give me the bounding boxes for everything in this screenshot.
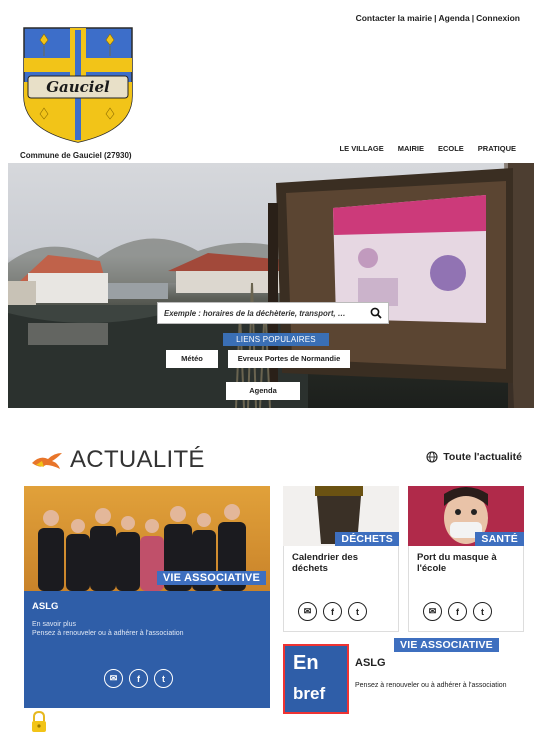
nav-ecole[interactable]: ECOLE bbox=[438, 144, 464, 153]
all-news-link[interactable]: Toute l'actualité bbox=[426, 451, 522, 463]
agenda-link[interactable]: Agenda bbox=[439, 13, 470, 23]
en-bref-line2: bref bbox=[293, 684, 326, 703]
link-evreux[interactable]: Evreux Portes de Normandie bbox=[228, 350, 350, 368]
news-card-desc: En savoir plus Pensez à renouveler ou à … bbox=[32, 620, 262, 638]
news-card-dechets[interactable]: DÉCHETS Calendrier des déchets ✉ f t bbox=[283, 486, 399, 632]
en-bref-title[interactable]: ASLG bbox=[355, 657, 386, 669]
commune-label: Commune de Gauciel (27930) bbox=[20, 151, 132, 160]
swallow-logo-icon bbox=[32, 453, 62, 469]
main-nav: LE VILLAGE MAIRIE ECOLE PRATIQUE bbox=[340, 144, 516, 153]
town-crest-logo[interactable]: Gauciel bbox=[22, 26, 134, 144]
hero-photo bbox=[8, 163, 534, 408]
hero-banner bbox=[8, 163, 534, 408]
mail-icon[interactable]: ✉ bbox=[298, 602, 317, 621]
mail-icon[interactable]: ✉ bbox=[423, 602, 442, 621]
twitter-icon[interactable]: t bbox=[348, 602, 367, 621]
logo-text: Gauciel bbox=[46, 78, 110, 96]
contact-link[interactable]: Contacter la mairie bbox=[356, 13, 433, 23]
actualite-title: ACTUALITÉ bbox=[70, 446, 205, 473]
tag-dechets: DÉCHETS bbox=[335, 532, 399, 546]
news-card-info: ASLG En savoir plus Pensez à renouveler … bbox=[24, 591, 270, 708]
nav-pratique[interactable]: PRATIQUE bbox=[478, 144, 516, 153]
search-icon[interactable] bbox=[370, 307, 382, 319]
card-body: Calendrier des déchets ✉ f t bbox=[283, 546, 399, 632]
facebook-icon[interactable]: f bbox=[323, 602, 342, 621]
actualite-header: ACTUALITÉ bbox=[30, 446, 205, 474]
separator: | bbox=[434, 13, 437, 23]
card-title[interactable]: Port du masque à l'école bbox=[417, 552, 515, 574]
read-more-link[interactable]: En savoir plus bbox=[32, 620, 262, 629]
link-agenda[interactable]: Agenda bbox=[226, 382, 300, 400]
facebook-icon[interactable]: f bbox=[448, 602, 467, 621]
site-search[interactable]: Exemple : horaires de la déchèterie, tra… bbox=[157, 302, 389, 324]
nav-mairie[interactable]: MAIRIE bbox=[398, 144, 424, 153]
connexion-link[interactable]: Connexion bbox=[476, 13, 520, 23]
lock-icon[interactable] bbox=[30, 711, 48, 733]
twitter-icon[interactable]: t bbox=[473, 602, 492, 621]
all-news-label[interactable]: Toute l'actualité bbox=[443, 451, 522, 463]
share-buttons: ✉ f t bbox=[423, 602, 492, 621]
en-bref-line1: En bbox=[293, 652, 319, 674]
globe-icon bbox=[426, 451, 438, 463]
share-buttons: ✉ f t bbox=[104, 669, 173, 688]
en-bref-badge: En bref bbox=[283, 644, 349, 714]
top-links: Contacter la mairie | Agenda | Connexion bbox=[356, 13, 520, 23]
tag-sante: SANTÉ bbox=[475, 532, 524, 546]
share-buttons: ✉ f t bbox=[298, 602, 367, 621]
twitter-icon[interactable]: t bbox=[154, 669, 173, 688]
nav-le-village[interactable]: LE VILLAGE bbox=[340, 144, 384, 153]
news-card-summary: Pensez à renouveler ou à adhérer à l'ass… bbox=[32, 630, 184, 637]
separator: | bbox=[471, 13, 475, 23]
link-meteo[interactable]: Météo bbox=[166, 350, 218, 368]
facebook-icon[interactable]: f bbox=[129, 669, 148, 688]
tag-vie-associative: VIE ASSOCIATIVE bbox=[156, 571, 266, 585]
en-bref-block[interactable]: En bref ASLG Pensez à renouveler ou à ad… bbox=[283, 644, 525, 714]
news-card-sante[interactable]: SANTÉ Port du masque à l'école ✉ f t bbox=[408, 486, 524, 632]
popular-links-header: LIENS POPULAIRES bbox=[223, 333, 329, 346]
card-title[interactable]: Calendrier des déchets bbox=[292, 552, 390, 574]
en-bref-desc: Pensez à renouveler ou à adhérer à l'ass… bbox=[355, 682, 507, 689]
card-body: Port du masque à l'école ✉ f t bbox=[408, 546, 524, 632]
news-card-title[interactable]: ASLG bbox=[32, 601, 262, 612]
group-photo: VIE ASSOCIATIVE bbox=[24, 486, 270, 591]
search-input[interactable]: Exemple : horaires de la déchèterie, tra… bbox=[164, 309, 370, 318]
news-card-aslg[interactable]: VIE ASSOCIATIVE ASLG En savoir plus Pens… bbox=[24, 486, 270, 708]
mail-icon[interactable]: ✉ bbox=[104, 669, 123, 688]
